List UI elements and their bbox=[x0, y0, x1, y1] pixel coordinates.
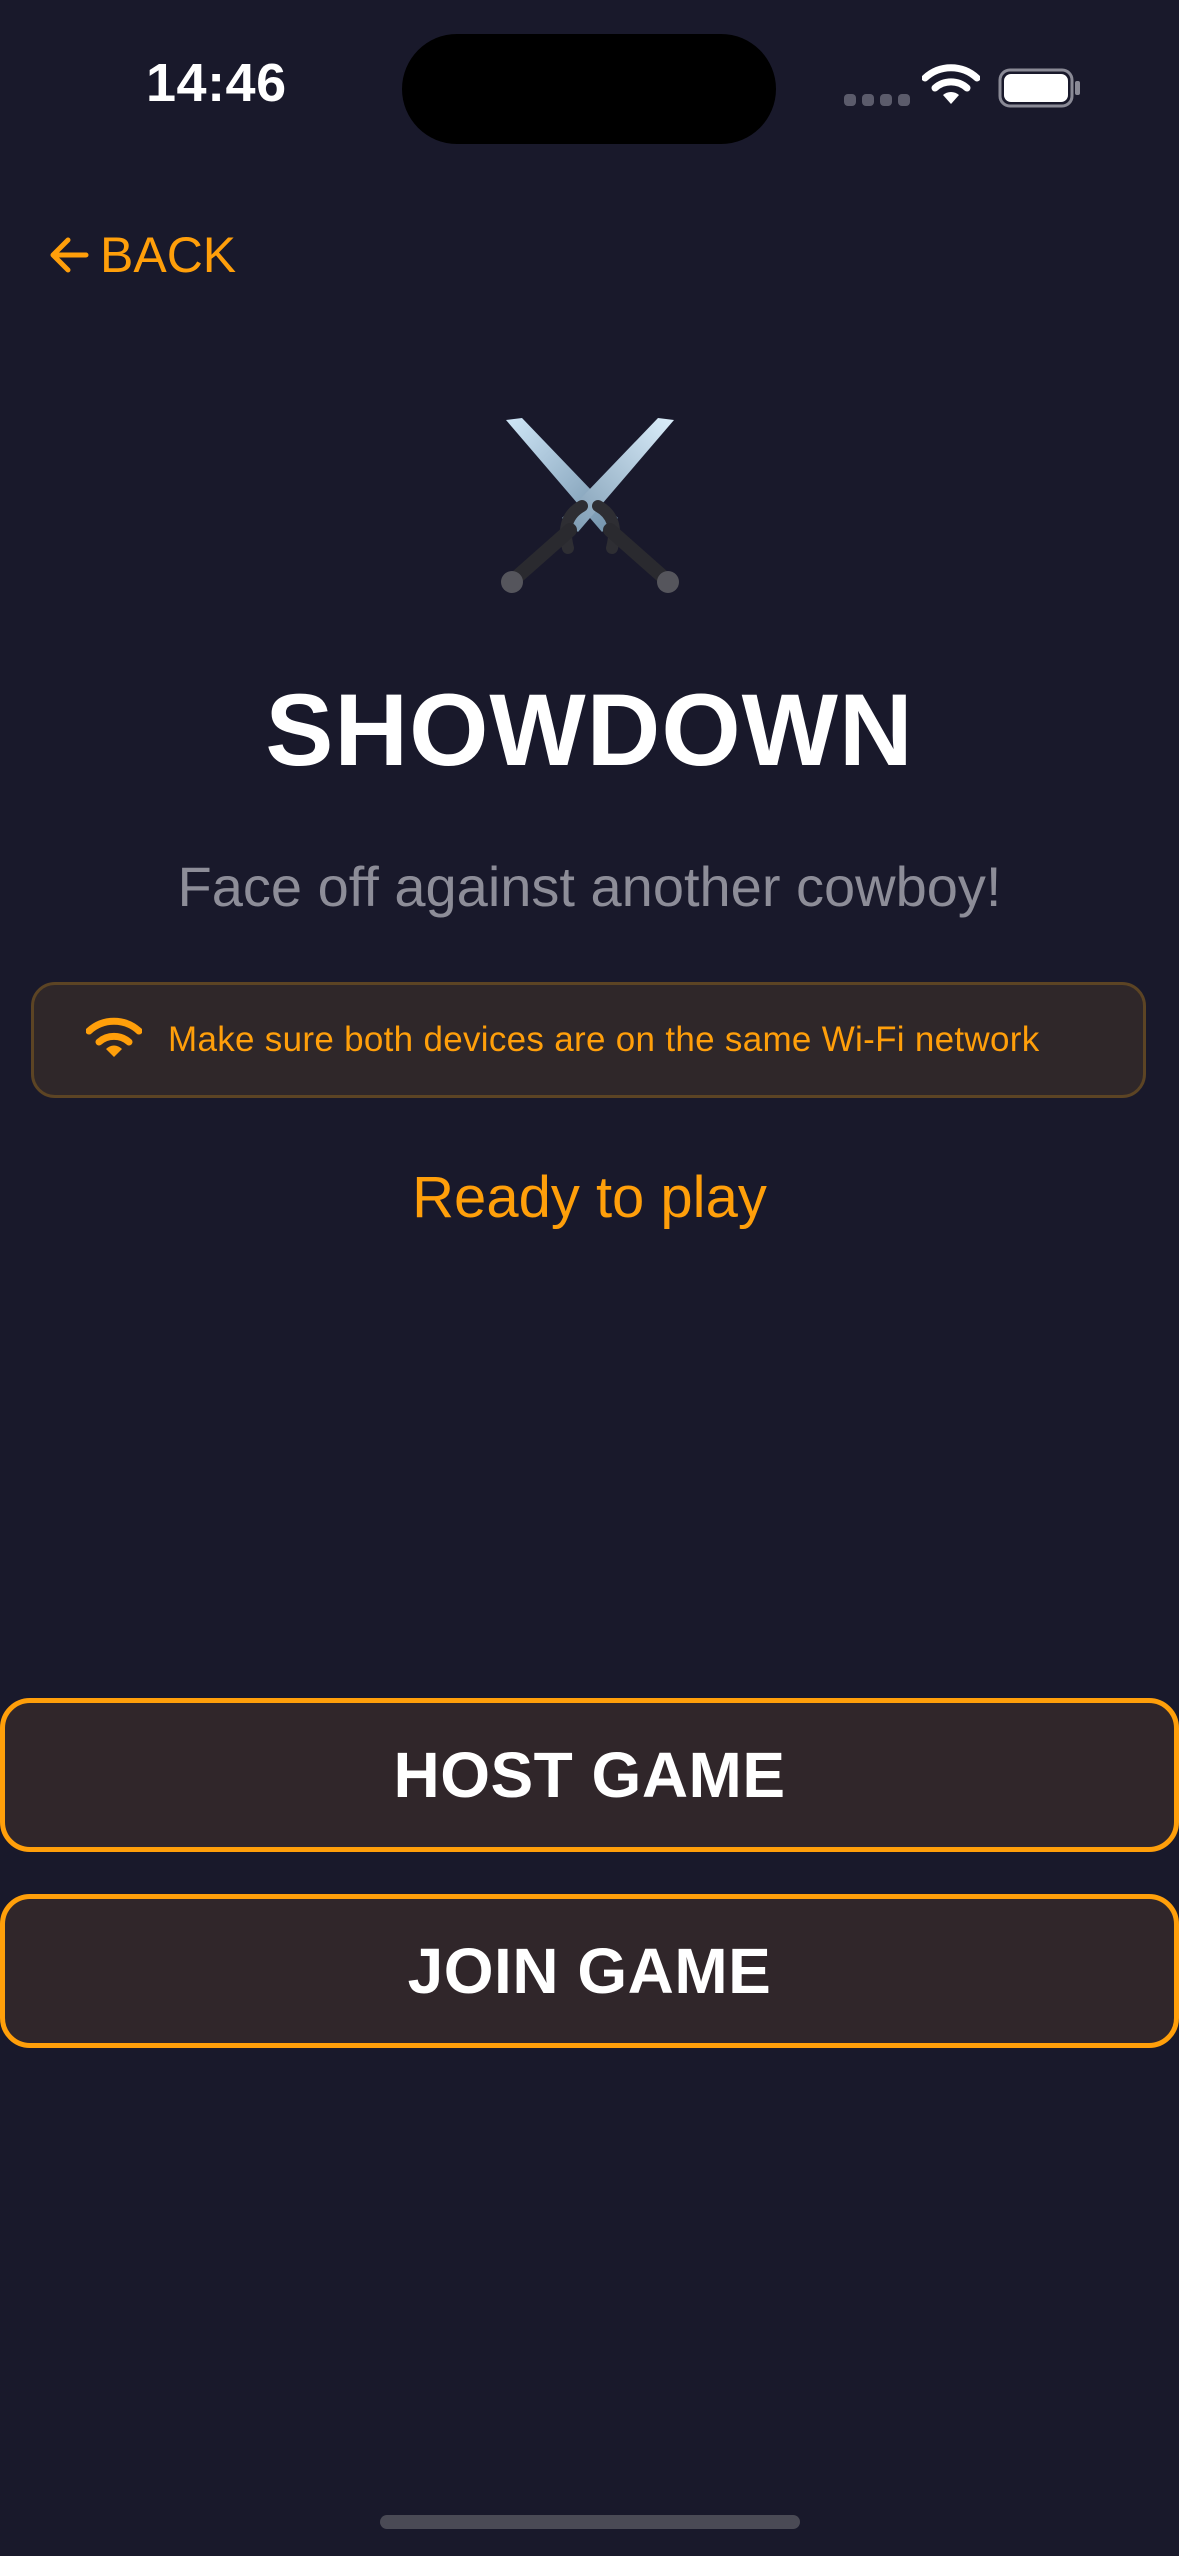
back-label: BACK bbox=[100, 227, 237, 283]
page-subtitle: Face off against another cowboy! bbox=[177, 855, 1002, 918]
crossed-swords-icon bbox=[490, 410, 690, 605]
status-bar-time: 14:46 bbox=[146, 53, 287, 113]
connection-status-text: Ready to play bbox=[412, 1165, 767, 1230]
battery-icon bbox=[998, 68, 1082, 113]
cellular-signal-icon bbox=[844, 94, 910, 106]
wifi-notice-banner: Make sure both devices are on the same W… bbox=[31, 982, 1146, 1098]
page-title: SHOWDOWN bbox=[265, 673, 914, 787]
wifi-status-icon bbox=[921, 64, 981, 111]
wifi-icon bbox=[85, 1016, 143, 1065]
join-game-button[interactable]: JOIN GAME bbox=[0, 1894, 1179, 2048]
arrow-left-icon bbox=[48, 234, 90, 276]
wifi-notice-text: Make sure both devices are on the same W… bbox=[168, 1020, 1040, 1059]
home-indicator[interactable] bbox=[380, 2515, 800, 2529]
dynamic-island bbox=[402, 34, 776, 144]
back-button[interactable]: BACK bbox=[48, 226, 236, 284]
host-game-button[interactable]: HOST GAME bbox=[0, 1698, 1179, 1852]
